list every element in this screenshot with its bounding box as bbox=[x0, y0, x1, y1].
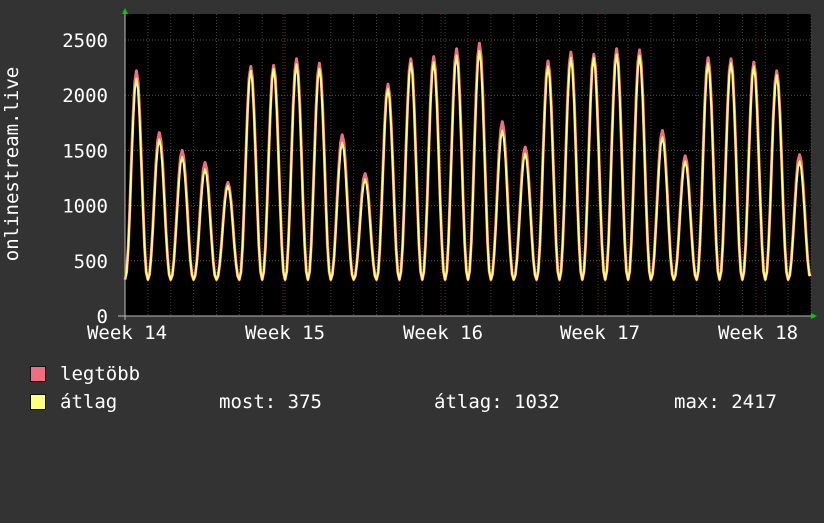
y-tick-label: 500 bbox=[74, 251, 108, 273]
x-axis-ticks: Week 14 Week 15 Week 16 Week 17 Week 18 bbox=[87, 322, 798, 344]
x-tick-label: Week 18 bbox=[718, 322, 798, 344]
x-tick-label: Week 17 bbox=[560, 322, 640, 344]
y-tick-label: 2000 bbox=[62, 85, 108, 107]
stat-maximum: max: 2417 bbox=[674, 391, 777, 413]
y-tick-label: 1500 bbox=[62, 140, 108, 162]
legend-swatch-max bbox=[30, 366, 46, 382]
legend-label-avg: átlag bbox=[60, 391, 118, 413]
legend-row-avg: átlag most: 375 átlag: 1032 max: 2417 bbox=[30, 391, 777, 523]
y-axis-label: onlinestream.live bbox=[1, 67, 23, 261]
y-tick-label: 2500 bbox=[62, 30, 108, 52]
x-tick-label: Week 15 bbox=[245, 322, 325, 344]
x-tick-label: Week 16 bbox=[403, 322, 483, 344]
y-tick-label: 1000 bbox=[62, 196, 108, 218]
x-tick-label: Week 14 bbox=[87, 322, 167, 344]
stat-average: átlag: 1032 bbox=[434, 391, 560, 413]
stat-current: most: 375 bbox=[219, 391, 322, 413]
chart: 05001000150020002500 Week 14 Week 15 Week … bbox=[1, 8, 817, 344]
legend-label-max: legtöbb bbox=[60, 363, 141, 385]
y-axis-ticks: 05001000150020002500 bbox=[62, 30, 108, 328]
legend-swatch-avg bbox=[30, 394, 46, 410]
x-axis-arrow-icon bbox=[811, 313, 817, 319]
y-axis-arrow-icon bbox=[122, 8, 128, 14]
